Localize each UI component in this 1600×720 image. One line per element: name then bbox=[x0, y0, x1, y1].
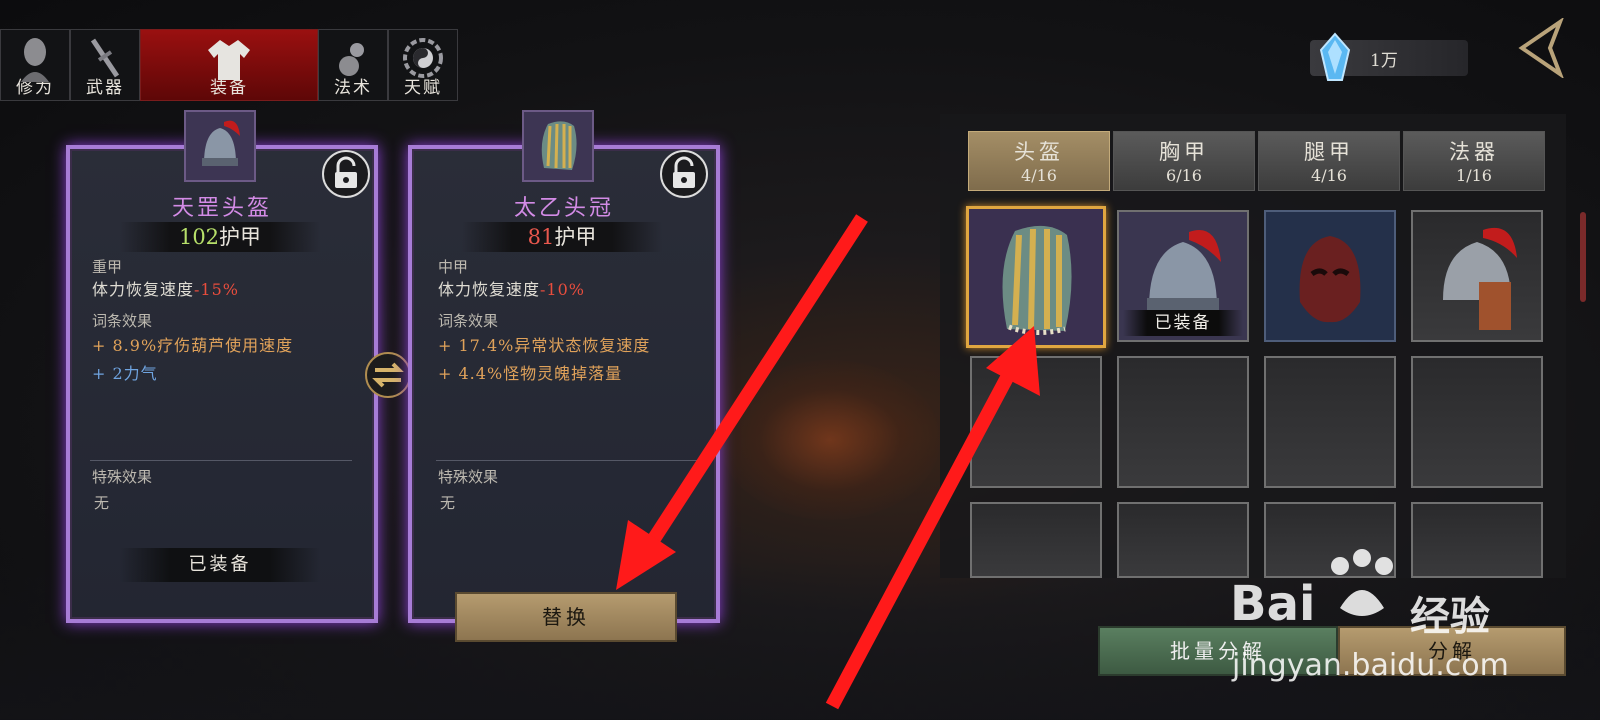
watermark-url: jingyan.baidu.com bbox=[1232, 648, 1509, 683]
paw-logo-icon bbox=[1331, 549, 1393, 616]
watermark-brand: Bai bbox=[1230, 576, 1316, 632]
annotation-arrow-to-replace bbox=[616, 214, 868, 590]
annotation-arrow-to-item bbox=[825, 326, 1040, 710]
watermark-brand2: 经验 bbox=[1410, 594, 1490, 640]
